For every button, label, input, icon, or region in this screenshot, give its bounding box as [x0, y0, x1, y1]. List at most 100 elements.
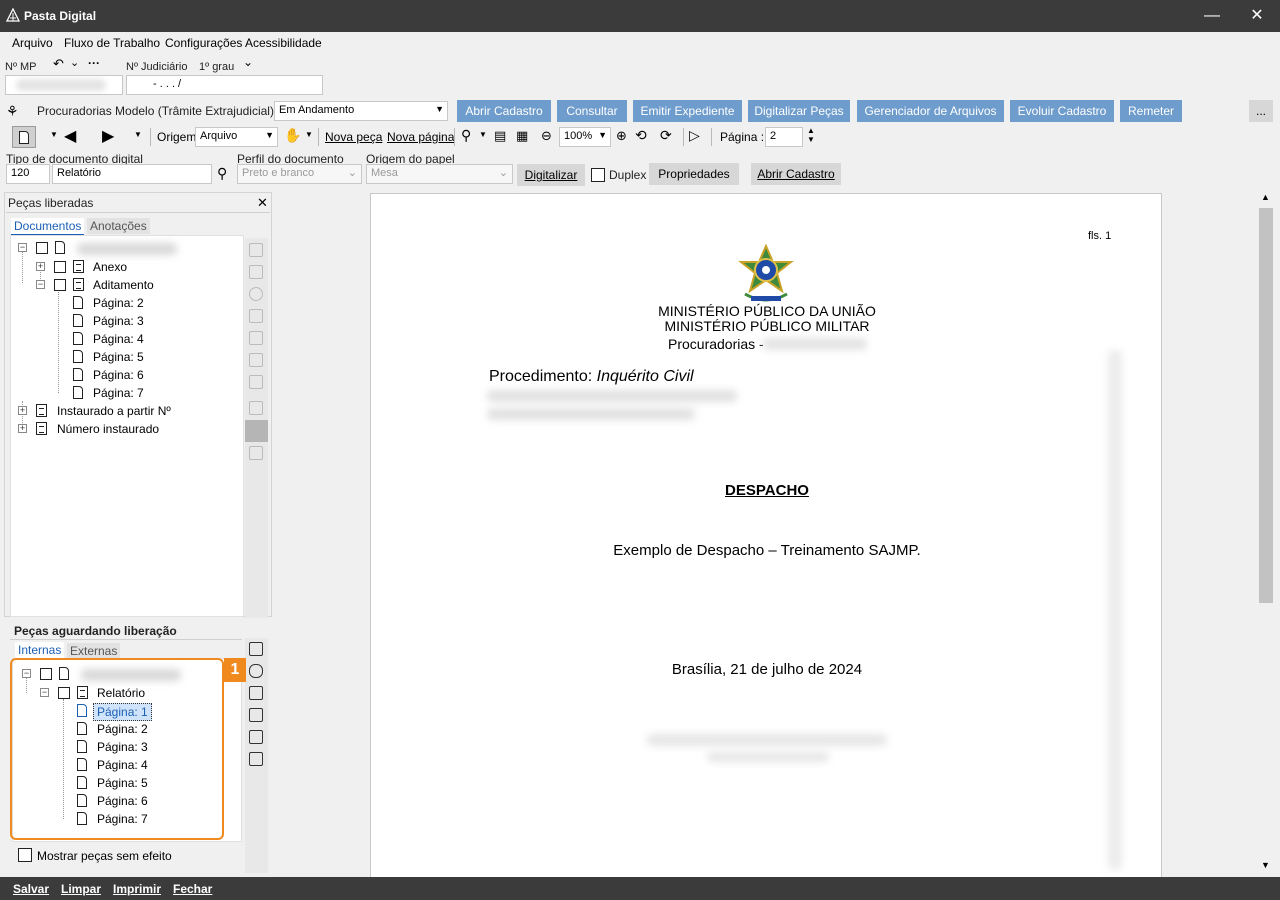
rotate-left-icon[interactable]: ⟲	[635, 127, 647, 144]
menu-acessibilidade[interactable]: Acessibilidade	[245, 36, 322, 50]
tipo-value-field[interactable]: Relatório	[52, 164, 212, 184]
previous-arrow-icon[interactable]: ◀	[64, 126, 76, 146]
salvar-button[interactable]: Salvar	[13, 882, 49, 896]
zoom-search-icon[interactable]: ⚲	[461, 127, 471, 144]
minimize-button[interactable]: —	[1189, 0, 1235, 32]
trash-icon[interactable]	[249, 686, 263, 700]
copy-icon[interactable]	[249, 353, 263, 367]
duplicate-icon[interactable]	[249, 752, 263, 766]
digitalizar-button[interactable]: Digitalizar	[517, 164, 585, 186]
pagina-stepper[interactable]: ▲ ▼	[807, 126, 815, 144]
tipo-code-field[interactable]: 120	[6, 164, 50, 184]
close-button[interactable]: ✕	[1234, 0, 1280, 32]
aditamento-checkbox[interactable]	[54, 279, 66, 291]
imprimir-button[interactable]: Imprimir	[113, 882, 161, 896]
search-icon[interactable]: ⚲	[217, 165, 227, 182]
page-icon	[19, 131, 29, 144]
attach-icon[interactable]	[249, 287, 263, 301]
tree-row-root[interactable]: −	[15, 240, 235, 258]
undo-icon[interactable]: ↶	[53, 56, 64, 72]
next-arrow-icon[interactable]: ▶	[102, 126, 114, 146]
nova-pagina-button[interactable]: Nova página	[387, 130, 454, 144]
pagina-input[interactable]: 2	[765, 127, 803, 147]
tree-row-page[interactable]: Página: 5	[71, 348, 191, 366]
stack-icon[interactable]	[249, 265, 263, 279]
root-checkbox[interactable]	[36, 242, 48, 254]
fit-width-icon[interactable]: ▤	[494, 128, 506, 144]
active-tool[interactable]	[245, 420, 268, 442]
page-pointer-icon[interactable]: ▷	[689, 127, 700, 144]
gerenciador-arquivos-button[interactable]: Gerenciador de Arquivos	[857, 100, 1004, 122]
close-panel-icon[interactable]: ✕	[257, 195, 268, 211]
tree-row-anexo[interactable]: + Anexo	[33, 258, 233, 276]
more-icon[interactable]: ···	[88, 56, 100, 70]
search-doc-icon[interactable]	[249, 309, 263, 323]
blurred-margin-stamp	[1108, 350, 1122, 870]
menu-configuracoes[interactable]: Configurações	[165, 36, 242, 50]
grau-chevron-icon[interactable]: ⌄	[243, 55, 253, 69]
zoom-in-icon[interactable]: ⊕	[616, 128, 627, 144]
find-icon[interactable]	[249, 375, 263, 389]
abrir-cadastro-button[interactable]: Abrir Cadastro	[457, 100, 551, 122]
queue-select[interactable]: Em Andamento ▼	[274, 101, 448, 121]
dropdown-arrow-icon: ▼	[265, 130, 274, 140]
menu-fluxo-de-trabalho[interactable]: Fluxo de Trabalho	[64, 36, 160, 50]
digitalizar-pecas-button[interactable]: Digitalizar Peças	[748, 100, 850, 122]
tree-row-instaurado[interactable]: + Instaurado a partir Nº	[15, 402, 235, 420]
scroll-down-icon[interactable]: ▼	[1261, 860, 1270, 870]
nav-dropdown-icon[interactable]: ▼	[134, 130, 142, 139]
judiciario-number-field[interactable]: - . . . /	[126, 75, 323, 95]
scrollbar-thumb[interactable]	[1259, 208, 1273, 603]
limpar-button[interactable]: Limpar	[61, 882, 101, 896]
emitir-expediente-button[interactable]: Emitir Expediente	[633, 100, 742, 122]
zoom-select[interactable]: 100% ▼	[559, 127, 611, 147]
mp-label: Nº MP	[5, 61, 37, 73]
eraser-icon[interactable]	[249, 664, 263, 678]
hand-dropdown-icon[interactable]: ▼	[305, 130, 313, 139]
tab-anotacoes[interactable]: Anotações	[87, 218, 150, 234]
show-no-effect-checkbox[interactable]	[18, 848, 32, 862]
abrir-cadastro-form-button[interactable]: Abrir Cadastro	[751, 163, 841, 185]
fit-page-icon[interactable]: ▦	[516, 128, 528, 144]
copy-pages-icon[interactable]	[249, 708, 263, 722]
tab-externas[interactable]: Externas	[67, 643, 121, 659]
remeter-button[interactable]: Remeter	[1120, 100, 1182, 122]
nova-peca-button[interactable]: Nova peça	[325, 130, 382, 144]
hand-tool-icon[interactable]: ✋	[284, 127, 301, 144]
consultar-button[interactable]: Consultar	[557, 100, 627, 122]
tree-row-numero[interactable]: + Número instaurado	[15, 420, 235, 438]
zoom-out-icon[interactable]: ⊖	[541, 128, 552, 144]
anexo-checkbox[interactable]	[54, 261, 66, 273]
rotate-right-icon[interactable]: ⟳	[660, 127, 672, 144]
chevron-down-icon[interactable]: ⌄	[70, 56, 79, 69]
add-page-icon[interactable]	[249, 401, 263, 415]
tool-dropdown-icon[interactable]: ▼	[50, 130, 58, 139]
tab-documentos[interactable]: Documentos	[11, 218, 85, 236]
tree-view-icon[interactable]	[249, 243, 263, 257]
tree-row-page[interactable]: Página: 2	[71, 294, 191, 312]
tree-row-page[interactable]: Página: 4	[71, 330, 191, 348]
tree-row-page[interactable]: Página: 7	[71, 384, 191, 402]
evoluir-cadastro-button[interactable]: Evoluir Cadastro	[1010, 100, 1114, 122]
zoom-dropdown-icon[interactable]: ▼	[479, 130, 487, 139]
check-pages-icon[interactable]	[249, 730, 263, 744]
origem-papel-select[interactable]: Mesa ⌄	[366, 164, 513, 184]
tree-row-page[interactable]: Página: 3	[71, 312, 191, 330]
menu-arquivo[interactable]: Arquivo	[12, 36, 53, 50]
release-icon[interactable]	[249, 642, 263, 656]
propriedades-button[interactable]: Propriedades	[649, 163, 739, 185]
tree-row-page[interactable]: Página: 6	[71, 366, 191, 384]
scroll-up-icon[interactable]: ▲	[1261, 192, 1270, 202]
highlight-callout	[10, 658, 224, 840]
hierarchy-icon[interactable]	[249, 446, 263, 460]
mp-number-field[interactable]	[5, 75, 123, 95]
duplex-checkbox[interactable]	[591, 168, 605, 182]
tree-row-aditamento[interactable]: − Aditamento	[33, 276, 233, 294]
select-tool-button[interactable]	[12, 126, 36, 148]
ministry-line-2: MINISTÉRIO PÚBLICO MILITAR	[664, 318, 870, 334]
fechar-button[interactable]: Fechar	[173, 882, 212, 896]
more-actions-button[interactable]: ...	[1249, 100, 1273, 122]
remove-doc-icon[interactable]	[249, 331, 263, 345]
origem-select[interactable]: Arquivo ▼	[195, 127, 278, 147]
perfil-select[interactable]: Preto e branco ⌄	[237, 164, 362, 184]
